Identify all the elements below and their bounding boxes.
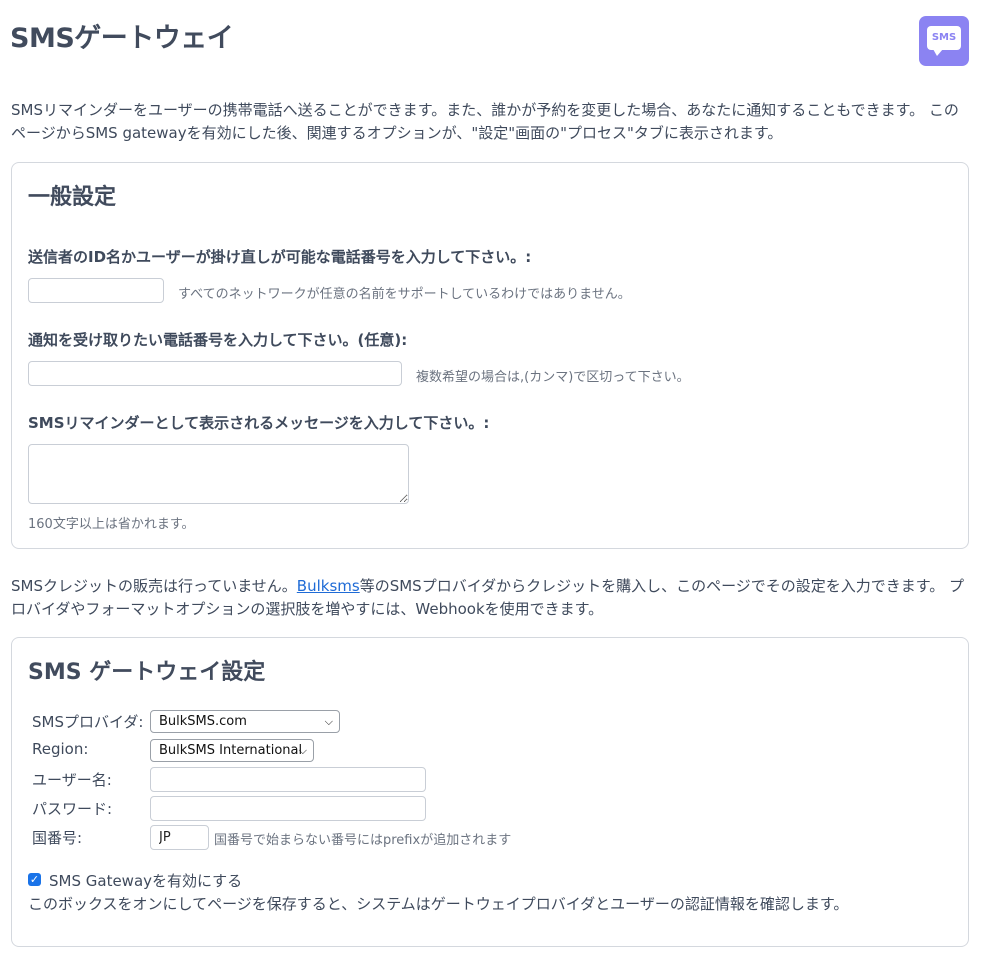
sms-badge-text: SMS bbox=[927, 26, 961, 50]
country-code-label: 国番号: bbox=[32, 829, 83, 847]
region-select[interactable]: BulkSMS International ⌵ bbox=[150, 739, 314, 762]
gateway-settings-title: SMS ゲートウェイ設定 bbox=[28, 660, 266, 685]
page-title: SMSゲートウェイ bbox=[10, 23, 234, 54]
password-label: パスワード: bbox=[32, 800, 113, 818]
country-code-hint: 国番号で始まらない番号にはprefixが追加されます bbox=[214, 833, 512, 848]
notify-phone-hint: 複数希望の場合は,(カンマ)で区切って下さい。 bbox=[416, 370, 690, 385]
enable-gateway-checkbox[interactable]: ✓ bbox=[28, 873, 41, 886]
chevron-down-icon: ⌵ bbox=[324, 715, 333, 728]
provider-label: SMSプロバイダ: bbox=[32, 713, 144, 731]
message-label: SMSリマインダーとして表示されるメッセージを入力して下さい。: bbox=[28, 414, 490, 432]
region-label: Region: bbox=[32, 740, 89, 758]
credit-info-text: SMSクレジットの販売は行っていません。Bulksms等のSMSプロバイダからク… bbox=[11, 575, 976, 621]
sender-id-label: 送信者のID名かユーザーが掛け直しが可能な電話番号を入力して下さい。: bbox=[28, 248, 532, 266]
credit-info-before: SMSクレジットの販売は行っていません。 bbox=[11, 577, 297, 595]
username-label: ユーザー名: bbox=[32, 771, 112, 789]
intro-text: SMSリマインダーをユーザーの携帯電話へ送ることができます。また、誰かが予約を変… bbox=[11, 101, 959, 142]
general-settings-title: 一般設定 bbox=[28, 185, 117, 210]
gateway-settings-panel: SMS ゲートウェイ設定 SMSプロバイダ: BulkSMS.com ⌵ Reg… bbox=[11, 637, 969, 947]
notify-phone-label: 通知を受け取りたい電話番号を入力して下さい。(任意): bbox=[28, 331, 408, 349]
message-hint: 160文字以上は省かれます。 bbox=[28, 517, 195, 532]
enable-gateway-label[interactable]: SMS Gatewayを有効にする bbox=[49, 870, 242, 891]
sender-id-hint: すべてのネットワークが任意の名前をサポートしているわけではありません。 bbox=[178, 287, 631, 302]
notify-phone-input[interactable] bbox=[28, 361, 402, 386]
chevron-down-icon: ⌵ bbox=[298, 744, 307, 757]
provider-select-value: BulkSMS.com bbox=[159, 714, 247, 729]
enable-gateway-description: このボックスをオンにしてページを保存すると、システムはゲートウェイプロバイダとユ… bbox=[28, 895, 849, 913]
sender-id-input[interactable] bbox=[28, 278, 164, 303]
message-textarea[interactable] bbox=[28, 444, 409, 504]
region-select-value: BulkSMS International bbox=[159, 743, 303, 758]
general-settings-panel: 一般設定 送信者のID名かユーザーが掛け直しが可能な電話番号を入力して下さい。:… bbox=[11, 162, 969, 549]
bulksms-link[interactable]: Bulksms bbox=[297, 577, 360, 595]
country-code-input[interactable] bbox=[150, 825, 209, 850]
username-input[interactable] bbox=[150, 767, 426, 792]
password-input[interactable] bbox=[150, 796, 426, 821]
provider-select[interactable]: BulkSMS.com ⌵ bbox=[150, 710, 340, 733]
sms-chat-icon: SMS bbox=[919, 16, 969, 66]
